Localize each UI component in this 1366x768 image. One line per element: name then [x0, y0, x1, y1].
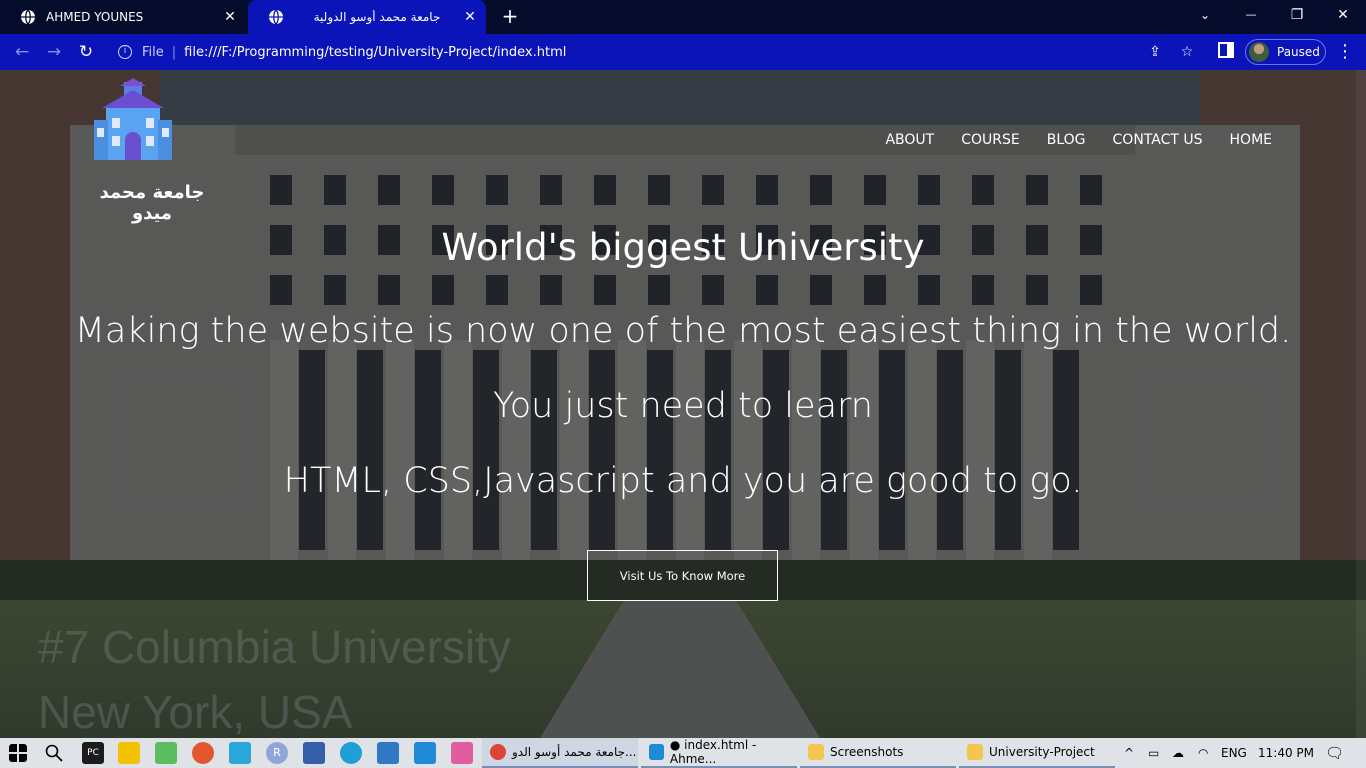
new-tab-button[interactable]: +	[498, 5, 522, 29]
restore-button[interactable]: ❐	[1274, 0, 1320, 30]
settings-app-icon[interactable]	[229, 742, 251, 764]
tab-search-chevron-icon[interactable]: ⌄	[1182, 0, 1228, 30]
browser-tab-ahmed-younes[interactable]: AHMED YOUNES ✕	[0, 0, 246, 34]
wifi-icon[interactable]: ◠	[1198, 738, 1208, 768]
address-bar[interactable]: i File | file:///F:/Programming/testing/…	[108, 38, 1206, 66]
globe-icon	[21, 9, 35, 25]
page-scrollbar[interactable]	[1356, 70, 1366, 738]
search-icon[interactable]	[45, 744, 63, 762]
url-text[interactable]: file:///F:/Programming/testing/Universit…	[184, 45, 566, 60]
edge-icon[interactable]	[340, 742, 362, 764]
nav-link-course[interactable]: COURSE	[961, 132, 1020, 148]
site-logo[interactable]: جامعة محمد ميدو	[82, 78, 222, 224]
figma-icon[interactable]	[451, 742, 473, 764]
app-icon[interactable]	[155, 742, 177, 764]
scheme-label: File	[142, 44, 164, 60]
language-indicator[interactable]: ENG	[1221, 738, 1247, 768]
task-label: ● index.html - Ahme...	[669, 738, 757, 766]
main-nav: ABOUT COURSE BLOG CONTACT US HOME	[885, 132, 1272, 148]
profile-button[interactable]: Paused	[1245, 39, 1326, 65]
firefox-icon[interactable]	[192, 742, 214, 764]
nav-link-contact-us[interactable]: CONTACT US	[1113, 132, 1203, 148]
browser-toolbar: ← → ↻ i File | file:///F:/Programming/te…	[0, 34, 1366, 70]
browser-tab-university[interactable]: جامعة محمد أوسو الدولية ✕	[248, 0, 486, 34]
back-button[interactable]: ←	[10, 40, 34, 64]
power-bi-icon[interactable]	[118, 742, 140, 764]
avatar	[1249, 42, 1269, 62]
task-label: Screenshots	[830, 745, 904, 759]
vscode-icon	[649, 744, 664, 760]
university-building-icon	[94, 78, 172, 160]
task-label: جامعة محمد أوسو الدو...	[512, 745, 637, 759]
tab-title: AHMED YOUNES	[46, 10, 144, 24]
task-label: University-Project	[989, 745, 1095, 759]
nav-link-home[interactable]: HOME	[1230, 132, 1272, 148]
close-tab-icon[interactable]: ✕	[460, 9, 480, 25]
hero-paragraph: Making the website is now one of the mos…	[74, 311, 1292, 426]
battery-icon[interactable]: ▭	[1148, 738, 1159, 768]
close-window-button[interactable]: ✕	[1320, 0, 1366, 30]
vscode-icon[interactable]	[414, 742, 436, 764]
hero-title: World's biggest University	[441, 226, 925, 269]
pycharm-icon[interactable]: PC	[82, 742, 104, 764]
close-tab-icon[interactable]: ✕	[220, 9, 240, 25]
cloud-icon[interactable]: ☁	[1172, 738, 1184, 768]
nav-link-about[interactable]: ABOUT	[885, 132, 934, 148]
reload-button[interactable]: ↻	[74, 40, 98, 64]
minimize-button[interactable]: —	[1228, 0, 1274, 30]
windows-start-icon[interactable]	[9, 744, 27, 762]
taskbar-task-screenshots[interactable]: Screenshots	[800, 738, 956, 768]
r-studio-icon[interactable]: R	[266, 742, 288, 764]
share-icon[interactable]: ⇪	[1146, 43, 1164, 61]
page-viewport: #7 Columbia University New York, USA جام…	[0, 70, 1366, 738]
bookmark-star-icon[interactable]: ☆	[1178, 43, 1196, 61]
folder-icon	[967, 744, 983, 760]
tray-chevron-icon[interactable]: ^	[1124, 738, 1134, 768]
nav-link-blog[interactable]: BLOG	[1047, 132, 1086, 148]
notification-icon[interactable]: 🗨	[1325, 738, 1344, 768]
taskbar-task-university-project[interactable]: University-Project	[959, 738, 1115, 768]
globe-icon	[269, 9, 283, 25]
windows-taskbar: PC R جامعة محمد أوسو الدو... ● index.htm…	[0, 738, 1366, 768]
monitor-icon[interactable]	[377, 742, 399, 764]
browser-menu-icon[interactable]: ⋮	[1336, 40, 1354, 64]
taskbar-task-chrome[interactable]: جامعة محمد أوسو الدو...	[482, 738, 638, 768]
folder-icon	[808, 744, 824, 760]
address-separator: |	[171, 44, 177, 60]
visit-us-button[interactable]: Visit Us To Know More	[587, 550, 778, 601]
info-icon[interactable]: i	[118, 45, 132, 59]
side-panel-icon[interactable]	[1218, 42, 1234, 58]
hero-paragraph-tech: HTML, CSS,Javascript and you are good to…	[283, 461, 1083, 501]
taskbar-task-vscode[interactable]: ● index.html - Ahme...	[641, 738, 797, 768]
browser-tab-strip: AHMED YOUNES ✕ جامعة محمد أوسو الدولية ✕…	[0, 0, 1366, 34]
forward-button[interactable]: →	[42, 40, 66, 64]
chrome-icon	[490, 744, 506, 760]
profile-status: Paused	[1277, 45, 1320, 59]
tab-title: جامعة محمد أوسو الدولية	[313, 10, 441, 24]
clock[interactable]: 11:40 PM	[1258, 738, 1314, 768]
hero-section: World's biggest University Making the we…	[0, 218, 1366, 519]
ssms-icon[interactable]	[303, 742, 325, 764]
